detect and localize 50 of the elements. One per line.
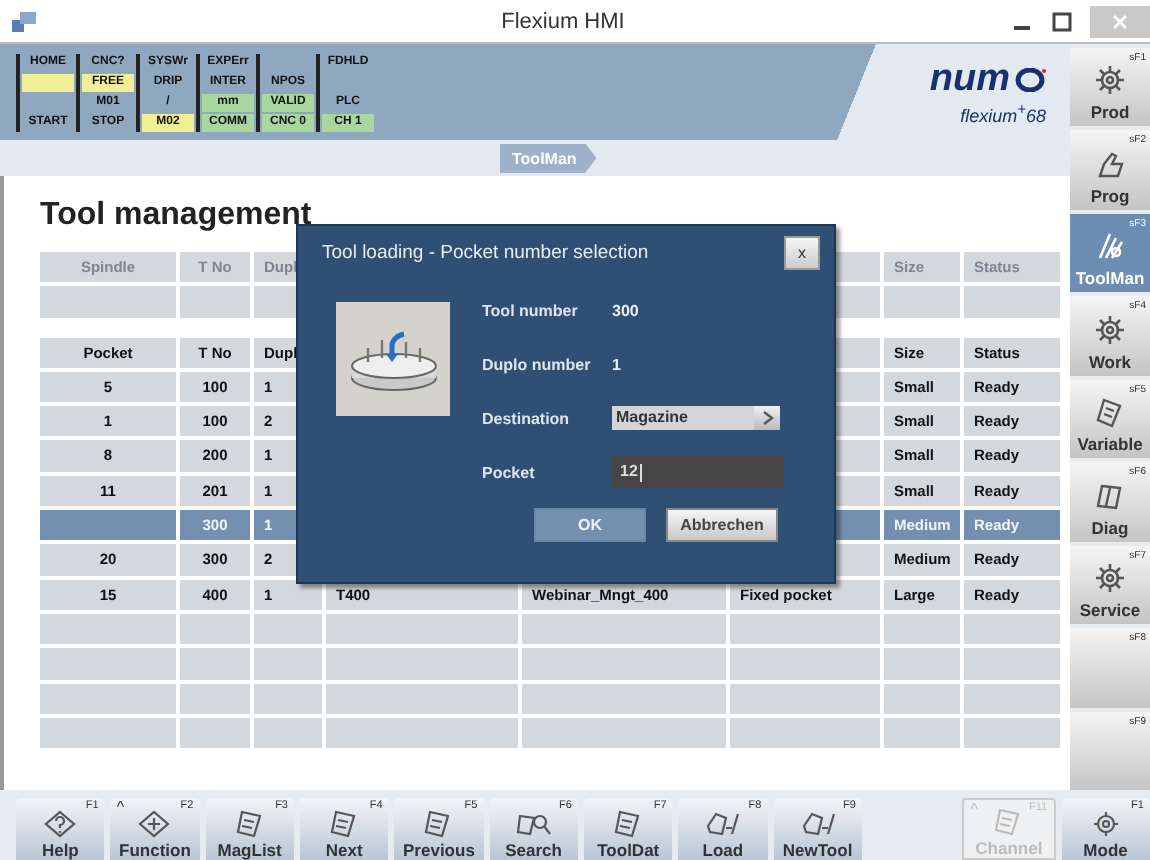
table-cell: [180, 648, 250, 680]
table-cell: [884, 683, 960, 714]
table-cell: [964, 648, 1060, 680]
table-cell: [40, 683, 176, 714]
table-cell: [40, 717, 176, 749]
logo-text: num: [929, 59, 1010, 99]
table-cell: [254, 683, 322, 714]
table-cell: [40, 613, 176, 645]
close-button[interactable]: x: [784, 236, 820, 270]
table-cell: [180, 286, 250, 318]
table-cell: [884, 717, 960, 749]
table-cell: [884, 613, 960, 645]
field-value: 300: [612, 301, 639, 319]
table-cell: [40, 286, 176, 318]
question-icon: [42, 810, 79, 838]
chevron-icon: [761, 410, 773, 426]
field-label: Duplo number: [482, 355, 593, 373]
table-cell: [254, 717, 322, 749]
maximize-icon[interactable]: [1052, 11, 1072, 31]
search-icon: [515, 810, 552, 838]
field-label: Tool number: [482, 301, 580, 319]
pocket-input-field[interactable]: 12: [612, 456, 784, 488]
dialog-title: Tool loading - Pocket number selection: [322, 242, 649, 264]
cancel-button[interactable]: Abbrechen: [666, 508, 778, 542]
table-cell: [884, 648, 960, 680]
product-logo-text: flexium$^{+}$68: [960, 99, 1046, 125]
table-cell: [964, 683, 1060, 714]
close-icon: [1112, 13, 1128, 29]
table-cell[interactable]: [40, 510, 176, 541]
tool-icon: [1094, 230, 1126, 263]
plus-icon: [136, 810, 173, 838]
field-label: Destination: [482, 409, 572, 427]
table-cell: [884, 286, 960, 318]
table-cell: [964, 286, 1060, 318]
table-cell: [964, 613, 1060, 645]
table-cell: [180, 717, 250, 749]
document-icon: [1094, 396, 1126, 429]
book-icon: [1094, 479, 1126, 512]
window-title: Flexium HMI: [499, 9, 627, 33]
field-label: Pocket: [482, 463, 537, 481]
field-value: 1: [612, 355, 621, 373]
table-cell: [40, 648, 176, 680]
page-title: Tool management: [40, 196, 312, 236]
table-cell: [964, 717, 1060, 749]
app-icon: [12, 11, 36, 31]
table-cell: [180, 683, 250, 714]
table-cell: [254, 613, 322, 645]
table-cell: [254, 648, 322, 680]
table-cell: [180, 613, 250, 645]
destination-dropdown[interactable]: Magazine: [612, 406, 780, 430]
